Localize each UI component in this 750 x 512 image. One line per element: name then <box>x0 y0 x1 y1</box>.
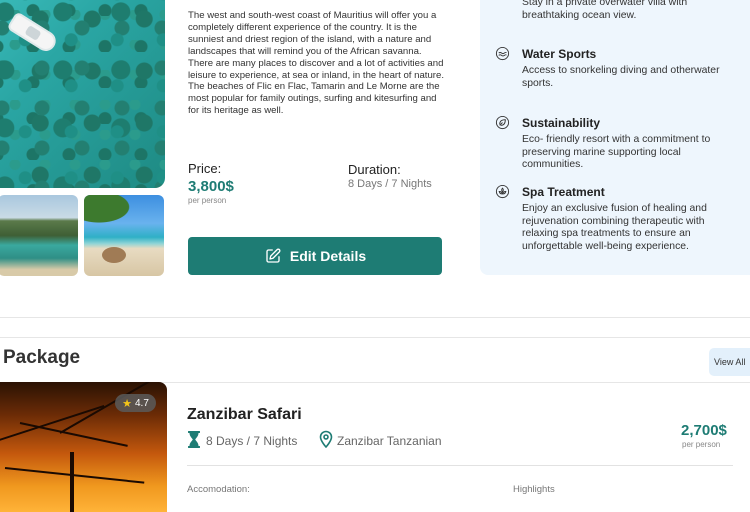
amenity-spa-text: Enjoy an exclusive fusion of healing and… <box>522 203 707 252</box>
edit-details-label: Edit Details <box>289 248 367 264</box>
package-price-unit: per person <box>682 440 721 449</box>
boat-illustration <box>9 14 57 52</box>
edit-icon <box>266 248 281 263</box>
amenity-sustainability-text: Eco- friendly resort with a commitment t… <box>522 134 711 171</box>
package-section-title: Package <box>3 347 81 368</box>
location-pin-icon <box>319 430 333 448</box>
package-location: Zanzibar Tanzanian <box>337 434 442 448</box>
duration-value: 8 Days / 7 Nights <box>348 178 432 190</box>
view-all-button[interactable]: View All <box>709 348 750 376</box>
coconut-illustration <box>102 247 126 263</box>
gallery-photo-coast[interactable] <box>0 195 78 276</box>
amenity-water-sports-text: Access to snorkeling diving and otherwat… <box>522 65 720 89</box>
highlights-label: Highlights <box>513 484 555 495</box>
sustainability-icon <box>495 115 510 130</box>
section-divider <box>0 317 750 318</box>
accommodation-label: Accomodation: <box>187 484 250 495</box>
package-price: 2,700$ <box>681 422 727 439</box>
section-divider <box>0 337 750 338</box>
amenity-spa-title: Spa Treatment <box>522 185 605 199</box>
destination-description: The west and south-west coast of Mauriti… <box>188 10 444 117</box>
edit-details-button[interactable]: Edit Details <box>188 237 442 275</box>
gallery-photo-beach[interactable] <box>84 195 164 276</box>
price-label: Price: <box>188 161 222 176</box>
amenity-villa-text: Stay in a private overwater villa with b… <box>522 0 688 21</box>
card-divider <box>187 465 733 466</box>
package-duration: 8 Days / 7 Nights <box>206 434 298 448</box>
water-sports-icon <box>495 46 510 61</box>
main-destination-photo <box>0 0 165 188</box>
package-card-title[interactable]: Zanzibar Safari <box>187 406 302 424</box>
palm-illustration <box>84 195 134 225</box>
hourglass-icon <box>188 431 200 448</box>
amenity-water-sports-title: Water Sports <box>522 47 597 61</box>
duration-label: Duration: <box>348 162 401 177</box>
amenity-sustainability-title: Sustainability <box>522 116 601 130</box>
price-value: 3,800$ <box>188 178 234 195</box>
star-icon: ★ <box>122 397 132 410</box>
rating-value: 4.7 <box>134 397 149 409</box>
price-unit: per person <box>188 196 227 205</box>
spa-icon <box>495 184 510 199</box>
rating-badge: ★ 4.7 <box>115 394 156 412</box>
